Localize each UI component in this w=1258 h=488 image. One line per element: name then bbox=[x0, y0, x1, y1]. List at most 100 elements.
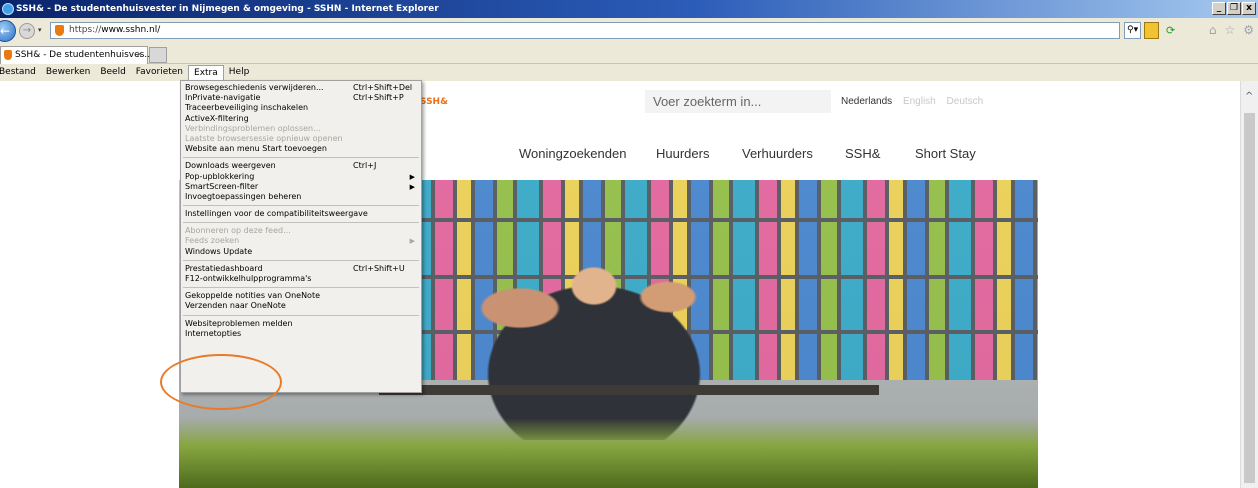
tab-row: SSH& - De studentenhuisves... × bbox=[0, 44, 1258, 64]
menu-item-windows-update[interactable]: Windows Update bbox=[181, 247, 421, 257]
menu-item-label: Websiteproblemen melden bbox=[185, 318, 293, 328]
menu-item-shortcut: Ctrl+Shift+P bbox=[353, 93, 404, 103]
forward-button[interactable]: → bbox=[19, 23, 35, 39]
menu-item-invoegtoepassingen-beheren[interactable]: Invoegtoepassingen beheren bbox=[181, 192, 421, 202]
chevron-down-icon: ▾ bbox=[1133, 25, 1139, 35]
window-title-bar[interactable]: SSH& - De studentenhuisvester in Nijmege… bbox=[0, 0, 1258, 18]
favorites-star-icon[interactable]: ☆ bbox=[1224, 23, 1235, 37]
search-dropdown-button[interactable]: ⚲▾ bbox=[1124, 22, 1142, 39]
menu-item-internetopties[interactable]: Internetopties bbox=[181, 329, 421, 339]
nav-woningzoekenden[interactable]: Woningzoekenden bbox=[519, 146, 626, 161]
lang-deutsch[interactable]: Deutsch bbox=[947, 96, 984, 107]
menu-item-label: InPrivate-navigatie bbox=[185, 93, 261, 103]
menu-item-label: Invoegtoepassingen beheren bbox=[185, 191, 302, 201]
hero-grass bbox=[179, 418, 1038, 488]
site-brand[interactable]: SSH& bbox=[420, 97, 448, 107]
menu-item-verzenden-naar-onenote[interactable]: Verzenden naar OneNote bbox=[181, 301, 421, 311]
hero-students bbox=[409, 220, 779, 440]
menu-item-gekoppelde-notities-van-onenote[interactable]: Gekoppelde notities van OneNote bbox=[181, 291, 421, 301]
menu-item-label: Feeds zoeken bbox=[185, 236, 240, 246]
menu-separator bbox=[183, 205, 419, 207]
url-domain: www.sshn.nl/ bbox=[101, 25, 161, 35]
tab-favicon-icon bbox=[4, 50, 12, 60]
tab-label: SSH& - De studentenhuisves... bbox=[15, 50, 153, 60]
menu-item-label: Gekoppelde notities van OneNote bbox=[185, 291, 320, 301]
hero-bench bbox=[379, 385, 879, 395]
submenu-arrow-icon: ▶ bbox=[409, 172, 415, 181]
menu-item-downloads-weergeven[interactable]: Downloads weergeven Ctrl+J bbox=[181, 161, 421, 171]
menu-item-label: F12-ontwikkelhulpprogramma's bbox=[185, 274, 312, 283]
menu-help[interactable]: Help bbox=[224, 64, 255, 81]
menu-item-websiteproblemen-melden[interactable]: Websiteproblemen melden bbox=[181, 319, 421, 329]
menu-extra[interactable]: Extra bbox=[188, 64, 224, 81]
nav-huurders[interactable]: Huurders bbox=[656, 146, 709, 161]
menu-item-prestatiedashboard[interactable]: Prestatiedashboard Ctrl+Shift+U bbox=[181, 264, 421, 274]
close-button[interactable]: x bbox=[1242, 2, 1256, 15]
menu-item-traceerbeveiliging-inschakelen[interactable]: Traceerbeveiliging inschakelen bbox=[181, 103, 421, 113]
menu-item-smartscreen-filter[interactable]: SmartScreen-filter ▶ bbox=[181, 182, 421, 192]
menu-item-label: Laatste browsersessie opnieuw openen bbox=[185, 133, 343, 143]
menu-item-label: Verzenden naar OneNote bbox=[185, 301, 286, 311]
url-input[interactable]: https://www.sshn.nl/ bbox=[50, 22, 1120, 39]
menu-favorieten[interactable]: Favorieten bbox=[131, 64, 188, 81]
site-shield-icon bbox=[55, 25, 64, 36]
menu-item-activex-filtering[interactable]: ActiveX-filtering bbox=[181, 114, 421, 124]
menu-item-instellingen-voor-de-compatibiliteitsweergave[interactable]: Instellingen voor de compatibiliteitswee… bbox=[181, 209, 421, 219]
history-dropdown-icon[interactable]: ▾ bbox=[38, 26, 42, 34]
lang-english[interactable]: English bbox=[903, 96, 936, 107]
lock-icon[interactable] bbox=[1144, 22, 1160, 39]
internet-explorer-icon bbox=[2, 3, 14, 15]
menu-item-browsegeschiedenis-verwijderen[interactable]: Browsegeschiedenis verwijderen... Ctrl+Sh… bbox=[181, 83, 421, 93]
scrollbar-thumb[interactable] bbox=[1244, 113, 1255, 483]
restore-button[interactable]: ❐ bbox=[1227, 2, 1241, 15]
highlight-ring bbox=[160, 354, 282, 410]
window-controls: _ ❐ x bbox=[1212, 2, 1256, 15]
scroll-up-icon[interactable]: ^ bbox=[1245, 91, 1253, 102]
arrow-left-icon: ← bbox=[0, 24, 11, 38]
nav-verhuurders[interactable]: Verhuurders bbox=[742, 146, 813, 161]
gear-icon[interactable]: ⚙ bbox=[1243, 23, 1254, 37]
menu-item-pop-upblokkering[interactable]: Pop-upblokkering ▶ bbox=[181, 172, 421, 182]
url-prefix: https:// bbox=[69, 25, 102, 35]
menu-separator bbox=[183, 222, 419, 224]
home-icon[interactable]: ⌂ bbox=[1209, 23, 1217, 37]
tab-sshn[interactable]: SSH& - De studentenhuisves... × bbox=[0, 46, 153, 64]
menu-item-shortcut: Ctrl+Shift+U bbox=[353, 263, 405, 273]
menu-item-verbindingsproblemen-oplossen: Verbindingsproblemen oplossen... bbox=[181, 124, 421, 134]
nav-short-stay[interactable]: Short Stay bbox=[915, 146, 976, 161]
tab-close-icon[interactable]: × bbox=[135, 47, 143, 63]
menu-item-label: Abonneren op deze feed... bbox=[185, 226, 291, 236]
menu-item-label: Traceerbeveiliging inschakelen bbox=[185, 103, 309, 113]
menu-bestand[interactable]: Bestand bbox=[0, 64, 41, 81]
menu-item-label: Website aan menu Start toevoegen bbox=[185, 144, 327, 154]
menu-item-label: SmartScreen-filter bbox=[185, 181, 259, 191]
menu-separator bbox=[183, 259, 419, 261]
menu-item-abonneren-op-deze-feed: Abonneren op deze feed... bbox=[181, 226, 421, 236]
menu-separator bbox=[183, 314, 419, 316]
lang-nederlands[interactable]: Nederlands bbox=[841, 96, 892, 107]
refresh-icon[interactable]: ⟳ bbox=[1162, 22, 1179, 39]
back-button[interactable]: ← bbox=[0, 20, 16, 42]
menu-item-inprivate-navigatie[interactable]: InPrivate-navigatie Ctrl+Shift+P bbox=[181, 93, 421, 103]
menu-item-website-aan-menu-start-toevoegen[interactable]: Website aan menu Start toevoegen bbox=[181, 144, 421, 154]
nav-ssh[interactable]: SSH& bbox=[845, 146, 880, 161]
menu-item-f12-ontwikkelhulpprogramma-s[interactable]: F12-ontwikkelhulpprogramma's bbox=[181, 274, 421, 284]
menu-bar: Bestand Bewerken Beeld Favorieten Extra … bbox=[0, 64, 1258, 81]
menu-item-label: Browsegeschiedenis verwijderen... bbox=[185, 83, 324, 92]
menu-item-label: ActiveX-filtering bbox=[185, 113, 249, 123]
site-search-input[interactable]: Voer zoekterm in... bbox=[645, 90, 831, 113]
menu-item-label: Windows Update bbox=[185, 246, 253, 256]
menu-bewerken[interactable]: Bewerken bbox=[41, 64, 95, 81]
extra-menu-dropdown: Browsegeschiedenis verwijderen... Ctrl+Sh… bbox=[180, 80, 422, 393]
menu-item-laatste-browsersessie-opnieuw-openen: Laatste browsersessie opnieuw openen bbox=[181, 134, 421, 144]
menu-beeld[interactable]: Beeld bbox=[95, 64, 130, 81]
menu-item-shortcut: Ctrl+Shift+Del bbox=[353, 83, 413, 92]
menu-item-feeds-zoeken: Feeds zoeken ▶ bbox=[181, 236, 421, 246]
new-tab-button[interactable] bbox=[149, 47, 167, 63]
address-bar-row: ← → ▾ https://www.sshn.nl/ ⚲▾ ⟳ ⌂ ☆ ⚙ bbox=[0, 18, 1258, 44]
page-scrollbar[interactable]: ^ bbox=[1240, 81, 1258, 488]
address-tools: ⚲▾ ⟳ bbox=[1124, 22, 1179, 39]
minimize-button[interactable]: _ bbox=[1212, 2, 1226, 15]
language-switcher: Nederlands English Deutsch bbox=[841, 96, 991, 107]
menu-separator bbox=[183, 157, 419, 159]
